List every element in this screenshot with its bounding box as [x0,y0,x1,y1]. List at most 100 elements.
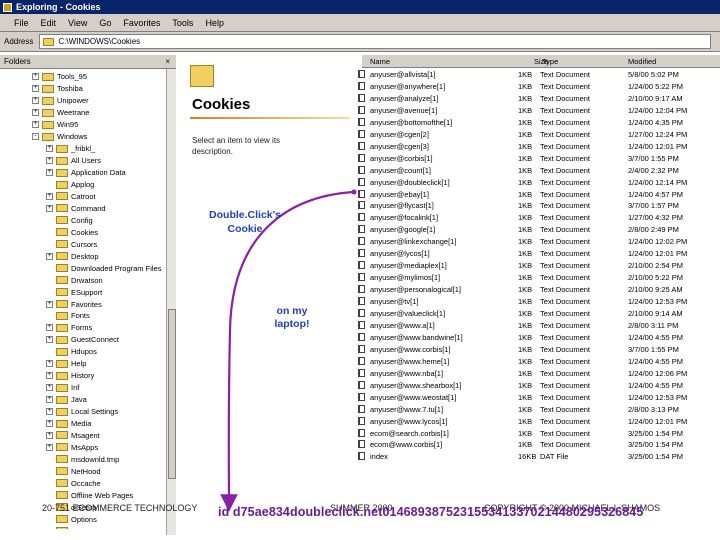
tree-item[interactable]: + Media [46,418,91,430]
tree-item[interactable]: + Local Settings [46,406,118,418]
tree-item[interactable]: + Win95 [32,119,78,131]
tree-item[interactable]: msdownld.tmp [46,453,119,465]
tree-item[interactable]: + Unipower [32,95,89,107]
menu-tools[interactable]: Tools [172,18,193,28]
expand-toggle-icon[interactable]: + [46,300,53,308]
tree-item[interactable]: + Toshiba [32,83,83,95]
file-row[interactable]: anyuser@ebay[1] 1KB Text Document 1/24/00 4… [356,188,720,200]
file-row[interactable]: anyuser@analyze[1] 1KB Text Document 2/10/0… [356,92,720,104]
file-row[interactable]: anyuser@google[1] 1KB Text Document 2/8/00 … [356,223,720,235]
menu-edit[interactable]: Edit [41,18,57,28]
file-row[interactable]: anyuser@www.a[1] 1KB Text Document 2/8/00 3… [356,319,720,331]
menu-go[interactable]: Go [99,18,111,28]
tree-item[interactable]: + MsApps [46,441,98,453]
tree-item[interactable]: + Desktop [46,250,99,262]
file-row[interactable]: anyuser@mylimos[1] 1KB Text Document 2/10/0… [356,271,720,283]
folder-tree-scrollbar[interactable] [166,69,176,535]
file-row[interactable]: anyuser@www.bandwine[1] 1KB Text Document 1… [356,331,720,343]
tree-item[interactable]: Hdupos [46,346,97,358]
expand-toggle-icon[interactable]: + [46,360,53,368]
file-row[interactable]: anyuser@cgen[2] 1KB Text Document 1/27/00 1… [356,128,720,140]
file-row[interactable]: anyuser@flycast[1] 1KB Text Document 3/7/00… [356,199,720,211]
file-row[interactable]: anyuser@www.weostat[1] 1KB Text Document 1/… [356,391,720,403]
tree-item[interactable]: + Inf [46,382,79,394]
file-row[interactable]: anyuser@avenue[1] 1KB Text Document 1/24/00… [356,104,720,116]
file-row[interactable]: ecom@www.corbis[1] 1KB Text Document 3/25/0… [356,438,720,450]
column-header-name[interactable]: Name [370,57,390,66]
tree-item[interactable]: + Tools_95 [32,71,87,83]
file-row[interactable]: anyuser@allvista[1] 1KB Text Document 5/8/0… [356,68,720,80]
expand-toggle-icon[interactable]: + [46,169,53,177]
scrollbar-thumb[interactable] [168,309,176,479]
expand-toggle-icon[interactable]: + [46,420,53,428]
address-field[interactable]: C:\WINDOWS\Cookies [39,34,712,49]
expand-toggle-icon[interactable]: + [46,252,53,260]
file-row[interactable]: anyuser@www.heme[1] 1KB Text Document 1/24/… [356,355,720,367]
expand-toggle-icon[interactable]: + [46,443,53,451]
file-row[interactable]: anyuser@www.shearbox[1] 1KB Text Document 1… [356,379,720,391]
file-row[interactable]: anyuser@focalink[1] 1KB Text Document 1/27/… [356,211,720,223]
menu-favorites[interactable]: Favorites [123,18,160,28]
tree-item[interactable]: + Java [46,394,87,406]
expand-toggle-icon[interactable]: + [32,73,39,81]
tree-item[interactable]: ESupport [46,286,102,298]
tree-item[interactable]: + Catroot [46,191,96,203]
menu-view[interactable]: View [68,18,87,28]
tree-item[interactable]: Fonts [46,310,90,322]
tree-item[interactable]: + Application Data [46,167,126,179]
close-icon[interactable]: × [165,57,170,66]
expand-toggle-icon[interactable]: + [32,109,39,117]
file-row[interactable]: anyuser@doubleclick[1] 1KB Text Document 1/… [356,176,720,188]
file-row[interactable]: anyuser@personalogical[1] 1KB Text Documen… [356,283,720,295]
tree-item[interactable]: + Command [46,202,106,214]
expand-toggle-icon[interactable]: + [46,192,53,200]
file-row[interactable]: anyuser@www.lycos[1] 1KB Text Document 1/24… [356,415,720,427]
file-row[interactable]: anyuser@corbis[1] 1KB Text Document 3/7/00 … [356,152,720,164]
tree-item[interactable]: + Forms [46,322,92,334]
tree-item[interactable]: Drwatson [46,274,103,286]
menu-file[interactable]: File [14,18,29,28]
file-row[interactable]: anyuser@valueclick[1] 1KB Text Document 2/1… [356,307,720,319]
file-row[interactable]: anyuser@count[1] 1KB Text Document 2/4/00 2… [356,164,720,176]
tree-item[interactable]: Downloaded Program Files [46,262,161,274]
expand-toggle-icon[interactable]: + [46,145,53,153]
tree-item[interactable]: + All Users [46,155,101,167]
tree-item[interactable]: NetHood [46,465,101,477]
expand-toggle-icon[interactable]: + [46,324,53,332]
file-row[interactable]: anyuser@anywhere[1] 1KB Text Document 1/24/… [356,80,720,92]
tree-item[interactable]: + Weetrane [32,107,89,119]
expand-toggle-icon[interactable]: + [46,431,53,439]
tree-item[interactable]: - Windows [32,131,87,143]
tree-item[interactable]: Config [46,214,93,226]
file-row[interactable]: anyuser@www.nba[1] 1KB Text Document 1/24/0… [356,367,720,379]
tree-item[interactable]: + History [46,370,94,382]
tree-item[interactable]: + _fribkl_ [46,143,95,155]
file-row[interactable]: anyuser@www.corbis[1] 1KB Text Document 3/7… [356,343,720,355]
tree-item[interactable]: Cursors [46,238,97,250]
expand-toggle-icon[interactable]: + [46,396,53,404]
tree-item[interactable]: + Msagent [46,430,100,442]
expand-toggle-icon[interactable]: + [46,204,53,212]
column-header-modified[interactable]: Modified [628,57,656,66]
menu-help[interactable]: Help [205,18,224,28]
tree-item[interactable]: Occache [46,477,101,489]
file-row[interactable]: anyuser@lycos[1] 1KB Text Document 1/24/00 … [356,247,720,259]
expand-toggle-icon[interactable]: + [46,157,53,165]
expand-toggle-icon[interactable]: + [46,384,53,392]
file-row[interactable]: anyuser@mediaplex[1] 1KB Text Document 2/10… [356,259,720,271]
expand-toggle-icon[interactable]: + [32,97,39,105]
tree-item[interactable]: + Help [46,358,86,370]
file-row[interactable]: anyuser@tv[1] 1KB Text Document 1/24/00 12:… [356,295,720,307]
expand-toggle-icon[interactable]: + [46,372,53,380]
expand-toggle-icon[interactable]: - [32,133,39,141]
file-row[interactable]: anyuser@bottomofthe[1] 1KB Text Document 1/… [356,116,720,128]
expand-toggle-icon[interactable]: + [46,336,53,344]
file-row[interactable]: anyuser@cgen[3] 1KB Text Document 1/24/00 1… [356,140,720,152]
column-header-type[interactable]: Type [542,57,558,66]
tree-item[interactable]: Applog [46,179,94,191]
tree-item[interactable]: Cookies [46,226,98,238]
file-row[interactable]: ecom@search.corbis[1] 1KB Text Document 3/2… [356,427,720,439]
file-row[interactable]: index 16KB DAT File 3/25/00 1:54 PM [356,450,720,462]
tree-item[interactable]: + GuestConnect [46,334,119,346]
file-row[interactable]: anyuser@linkexchange[1] 1KB Text Document 1… [356,235,720,247]
